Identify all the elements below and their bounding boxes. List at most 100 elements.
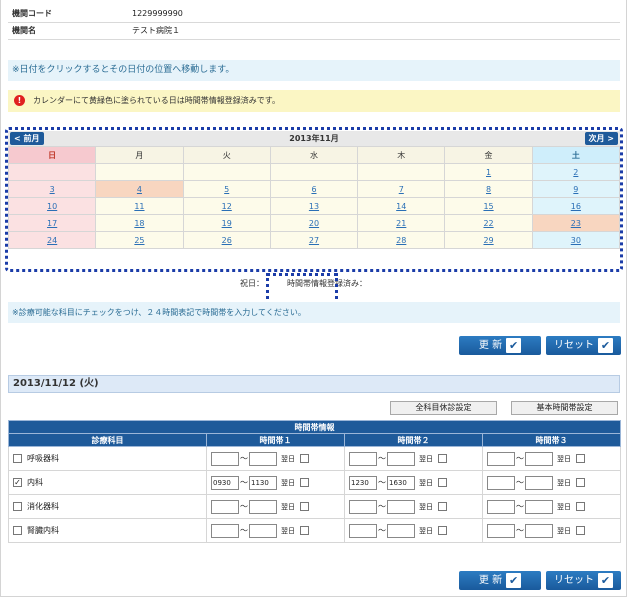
calendar-day-link[interactable]: 22 [483, 219, 493, 228]
time-from-input[interactable] [211, 499, 239, 514]
col-slot3-header: 時間帯３ [482, 433, 621, 447]
update-button-bottom[interactable]: 更 新 ✔ [459, 571, 541, 590]
time-slot-table: 時間帯情報 診療科目 時間帯１ 時間帯２ 時間帯３ 呼吸器科 ～ 翌日 ～ 翌日 ～… [8, 420, 621, 543]
next-day-label: 翌日 [557, 526, 571, 535]
tilde: ～ [378, 454, 386, 463]
next-day-checkbox[interactable] [300, 526, 309, 535]
all-subjects-closed-button[interactable]: 全科目休診設定 [390, 401, 497, 415]
next-day-checkbox[interactable] [576, 526, 585, 535]
calendar-day-link[interactable]: 14 [396, 202, 406, 211]
time-from-input[interactable] [349, 499, 377, 514]
time-to-input[interactable] [387, 499, 415, 514]
calendar-day-cell: 2 [531, 163, 621, 181]
time-to-input[interactable] [249, 451, 277, 466]
subject-checkbox[interactable] [13, 502, 22, 511]
time-to-input[interactable] [249, 499, 277, 514]
calendar-day-cell: 10 [7, 197, 97, 215]
time-from-input[interactable] [211, 451, 239, 466]
next-day-label: 翌日 [419, 526, 433, 535]
reset-button[interactable]: リセット ✔ [546, 336, 621, 355]
calendar-day-cell: 25 [95, 231, 184, 249]
basic-time-setting-button[interactable]: 基本時間帯設定 [511, 401, 618, 415]
selected-date-header: 2013/11/12 (火) [8, 375, 620, 393]
subject-label: 消化器科 [27, 502, 59, 511]
calendar-day-cell: 6 [269, 180, 359, 198]
time-to-input[interactable] [387, 451, 415, 466]
calendar-day-link[interactable]: 30 [571, 236, 581, 245]
table-row: 消化器科 ～ 翌日 ～ 翌日 ～ 翌日 [8, 494, 621, 519]
subject-checkbox[interactable] [13, 526, 22, 535]
calendar-day-link[interactable]: 21 [396, 219, 406, 228]
calendar-day-link[interactable]: 26 [222, 236, 232, 245]
time-from-input[interactable] [487, 475, 515, 490]
next-day-checkbox[interactable] [300, 502, 309, 511]
calendar-day-link[interactable]: 9 [573, 185, 578, 194]
calendar-day-link[interactable]: 12 [222, 202, 232, 211]
calendar-day-link[interactable]: 13 [309, 202, 319, 211]
calendar-day-link[interactable]: 17 [47, 219, 57, 228]
subject-checkbox[interactable]: ✓ [13, 478, 22, 487]
time-from-input[interactable] [211, 523, 239, 538]
time-to-input[interactable] [387, 523, 415, 538]
time-to-input[interactable] [525, 451, 553, 466]
calendar-day-link[interactable]: 3 [50, 185, 55, 194]
next-day-checkbox[interactable] [576, 454, 585, 463]
calendar-header: 2013年11月 < 前月 次月 > [8, 131, 620, 146]
col-slot2-header: 時間帯２ [344, 433, 483, 447]
time-from-input[interactable] [487, 523, 515, 538]
time-from-input[interactable] [487, 451, 515, 466]
time-to-input[interactable]: 1630 [387, 475, 415, 490]
calendar-day-link[interactable]: 16 [571, 202, 581, 211]
calendar-day-link[interactable]: 27 [309, 236, 319, 245]
calendar-day-link[interactable]: 28 [396, 236, 406, 245]
subject-checkbox[interactable] [13, 454, 22, 463]
next-day-checkbox[interactable] [300, 478, 309, 487]
time-to-input[interactable] [525, 499, 553, 514]
tilde: ～ [516, 478, 524, 487]
time-to-input[interactable] [525, 523, 553, 538]
calendar-day-cell: 30 [531, 231, 621, 249]
reset-button-bottom[interactable]: リセット ✔ [546, 571, 621, 590]
time-to-input[interactable]: 1130 [249, 475, 277, 490]
calendar-day-link[interactable]: 2 [573, 168, 578, 177]
next-day-checkbox[interactable] [438, 502, 447, 511]
calendar-day-link[interactable]: 25 [134, 236, 144, 245]
slot3-cell: ～ 翌日 [482, 494, 621, 519]
calendar-day-link[interactable]: 18 [134, 219, 144, 228]
time-from-input[interactable] [349, 451, 377, 466]
calendar-day-link[interactable]: 5 [224, 185, 229, 194]
next-month-button[interactable]: 次月 > [584, 132, 618, 145]
update-button[interactable]: 更 新 ✔ [459, 336, 541, 355]
time-from-input[interactable]: 0930 [211, 475, 239, 490]
next-day-checkbox[interactable] [576, 502, 585, 511]
time-from-input[interactable] [349, 523, 377, 538]
calendar-day-link[interactable]: 15 [483, 202, 493, 211]
calendar-day-link[interactable]: 7 [399, 185, 404, 194]
calendar-day-link[interactable]: 23 [571, 219, 581, 228]
slot1-cell: 0930 ～ 1130 翌日 [206, 470, 345, 495]
time-to-input[interactable] [525, 475, 553, 490]
calendar-day-cell: 15 [444, 197, 533, 215]
calendar-day-link[interactable]: 10 [47, 202, 57, 211]
calendar-day-link[interactable]: 20 [309, 219, 319, 228]
time-to-input[interactable] [249, 523, 277, 538]
calendar-day-link[interactable]: 11 [134, 202, 144, 211]
calendar-day-link[interactable]: 4 [137, 185, 142, 194]
next-day-checkbox[interactable] [576, 478, 585, 487]
time-slot-caption: 時間帯情報 [8, 420, 621, 434]
calendar-day-link[interactable]: 19 [222, 219, 232, 228]
next-day-checkbox[interactable] [300, 454, 309, 463]
next-day-checkbox[interactable] [438, 454, 447, 463]
calendar-day-link[interactable]: 6 [311, 185, 316, 194]
slot3-cell: ～ 翌日 [482, 518, 621, 543]
calendar-day-link[interactable]: 24 [47, 236, 57, 245]
calendar-day-link[interactable]: 8 [486, 185, 491, 194]
next-day-checkbox[interactable] [438, 478, 447, 487]
prev-month-button[interactable]: < 前月 [10, 132, 44, 145]
next-day-checkbox[interactable] [438, 526, 447, 535]
calendar-day-link[interactable]: 1 [486, 168, 491, 177]
time-from-input[interactable] [487, 499, 515, 514]
calendar-day-link[interactable]: 29 [483, 236, 493, 245]
calendar-day-cell: 19 [182, 214, 271, 232]
time-from-input[interactable]: 1230 [349, 475, 377, 490]
